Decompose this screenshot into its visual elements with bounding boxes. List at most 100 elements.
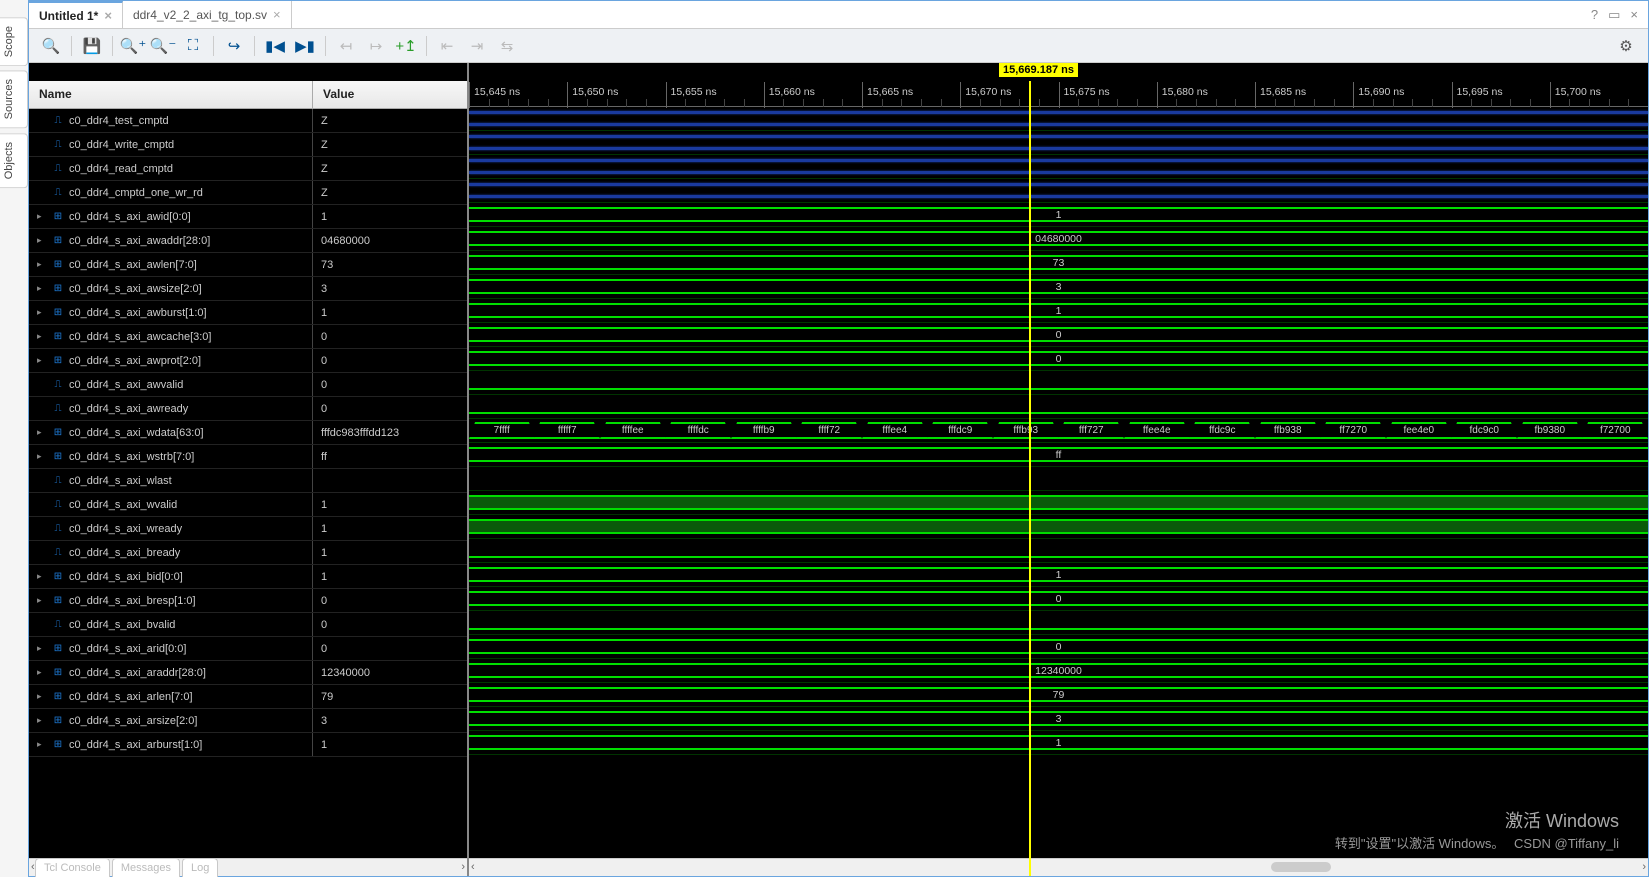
restore-icon[interactable]: ▭: [1608, 7, 1620, 23]
signal-row[interactable]: ⎍c0_ddr4_cmptd_one_wr_rdZ: [29, 181, 467, 205]
bottom-tab-tcl[interactable]: Tcl Console: [35, 858, 110, 877]
signal-row[interactable]: ⎍c0_ddr4_s_axi_wlast: [29, 469, 467, 493]
marker-area[interactable]: 15,669.187 ns: [469, 63, 1648, 81]
gear-icon[interactable]: ⚙: [1612, 33, 1640, 59]
signal-row[interactable]: ▸⊞c0_ddr4_s_axi_arlen[7:0]79: [29, 685, 467, 709]
waveform-pane[interactable]: 15,669.187 ns 15,645 ns15,650 ns15,655 n…: [469, 63, 1648, 876]
search-icon[interactable]: 🔍: [37, 33, 65, 59]
wave-row[interactable]: 1: [469, 563, 1648, 587]
expand-icon[interactable]: ▸: [37, 259, 47, 270]
side-tab-sources[interactable]: Sources: [0, 70, 28, 128]
wave-row[interactable]: 1: [469, 203, 1648, 227]
wave-row[interactable]: [469, 371, 1648, 395]
signal-row[interactable]: ▸⊞c0_ddr4_s_axi_arburst[1:0]1: [29, 733, 467, 757]
swap-icon[interactable]: ⇆: [493, 33, 521, 59]
wave-row[interactable]: [469, 395, 1648, 419]
time-marker[interactable]: 15,669.187 ns: [999, 63, 1078, 77]
prev-tr-icon[interactable]: ⇤: [433, 33, 461, 59]
wave-row[interactable]: 1: [469, 299, 1648, 323]
time-cursor[interactable]: [1029, 81, 1031, 876]
side-tab-objects[interactable]: Objects: [0, 133, 28, 188]
expand-icon[interactable]: ▸: [37, 571, 47, 582]
wave-row[interactable]: [469, 107, 1648, 131]
signal-row[interactable]: ▸⊞c0_ddr4_s_axi_awid[0:0]1: [29, 205, 467, 229]
wave-row[interactable]: [469, 611, 1648, 635]
next-edge-icon[interactable]: ↦: [362, 33, 390, 59]
tab-file[interactable]: ddr4_v2_2_axi_tg_top.sv ×: [123, 1, 292, 28]
signal-row[interactable]: ▸⊞c0_ddr4_s_axi_arsize[2:0]3: [29, 709, 467, 733]
col-value-header[interactable]: Value: [313, 81, 467, 108]
expand-icon[interactable]: ▸: [37, 595, 47, 606]
expand-icon[interactable]: ▸: [37, 739, 47, 750]
signal-row[interactable]: ⎍c0_ddr4_test_cmptdZ: [29, 109, 467, 133]
zoom-in-icon[interactable]: 🔍⁺: [119, 33, 147, 59]
signal-row[interactable]: ▸⊞c0_ddr4_s_axi_bid[0:0]1: [29, 565, 467, 589]
signal-row[interactable]: ▸⊞c0_ddr4_s_axi_awburst[1:0]1: [29, 301, 467, 325]
wave-row[interactable]: [469, 467, 1648, 491]
expand-icon[interactable]: ▸: [37, 211, 47, 222]
bottom-tab-messages[interactable]: Messages: [112, 858, 180, 877]
wave-row[interactable]: 3: [469, 707, 1648, 731]
signal-row[interactable]: ▸⊞c0_ddr4_s_axi_wstrb[7:0]ff: [29, 445, 467, 469]
signal-row[interactable]: ⎍c0_ddr4_s_axi_awvalid0: [29, 373, 467, 397]
goto-icon[interactable]: ↪: [220, 33, 248, 59]
signal-row[interactable]: ▸⊞c0_ddr4_s_axi_awsize[2:0]3: [29, 277, 467, 301]
time-ruler[interactable]: 15,645 ns15,650 ns15,655 ns15,660 ns15,6…: [469, 81, 1648, 107]
expand-icon[interactable]: ▸: [37, 715, 47, 726]
signal-row[interactable]: ▸⊞c0_ddr4_s_axi_awcache[3:0]0: [29, 325, 467, 349]
wave-row[interactable]: 0: [469, 323, 1648, 347]
wave-row[interactable]: 12340000: [469, 659, 1648, 683]
save-icon[interactable]: 💾: [78, 33, 106, 59]
expand-icon[interactable]: ▸: [37, 331, 47, 342]
wave-row[interactable]: 0: [469, 635, 1648, 659]
wave-h-scrollbar[interactable]: ‹ ›: [469, 858, 1648, 876]
tab-untitled[interactable]: Untitled 1* ×: [29, 1, 123, 28]
help-icon[interactable]: ?: [1591, 7, 1598, 22]
waves-area[interactable]: 1046800007331007fffffffff7ffffeeffffdcff…: [469, 107, 1648, 876]
signal-row[interactable]: ▸⊞c0_ddr4_s_axi_awaddr[28:0]04680000: [29, 229, 467, 253]
wave-row[interactable]: ff: [469, 443, 1648, 467]
signal-row[interactable]: ⎍c0_ddr4_write_cmptdZ: [29, 133, 467, 157]
wave-row[interactable]: 73: [469, 251, 1648, 275]
wave-row[interactable]: 79: [469, 683, 1648, 707]
zoom-fit-icon[interactable]: ⛶: [179, 33, 207, 59]
expand-icon[interactable]: ▸: [37, 235, 47, 246]
signal-row[interactable]: ▸⊞c0_ddr4_s_axi_bresp[1:0]0: [29, 589, 467, 613]
signal-row[interactable]: ⎍c0_ddr4_s_axi_wready1: [29, 517, 467, 541]
first-icon[interactable]: ▮◀: [261, 33, 289, 59]
wave-row[interactable]: 0: [469, 587, 1648, 611]
close-icon[interactable]: ×: [104, 8, 112, 23]
bottom-tab-log[interactable]: Log: [182, 858, 218, 877]
signal-row[interactable]: ⎍c0_ddr4_s_axi_wvalid1: [29, 493, 467, 517]
last-icon[interactable]: ▶▮: [291, 33, 319, 59]
zoom-out-icon[interactable]: 🔍⁻: [149, 33, 177, 59]
wave-row[interactable]: 7fffffffff7ffffeeffffdcffffb9ffff72fffee…: [469, 419, 1648, 443]
signal-row[interactable]: ▸⊞c0_ddr4_s_axi_arid[0:0]0: [29, 637, 467, 661]
expand-icon[interactable]: ▸: [37, 691, 47, 702]
side-tab-scope[interactable]: Scope: [0, 17, 28, 66]
close-icon[interactable]: ×: [273, 7, 281, 22]
wave-row[interactable]: [469, 539, 1648, 563]
expand-icon[interactable]: ▸: [37, 643, 47, 654]
signal-row[interactable]: ▸⊞c0_ddr4_s_axi_awlen[7:0]73: [29, 253, 467, 277]
wave-row[interactable]: 3: [469, 275, 1648, 299]
wave-row[interactable]: 04680000: [469, 227, 1648, 251]
signal-row[interactable]: ▸⊞c0_ddr4_s_axi_araddr[28:0]12340000: [29, 661, 467, 685]
wave-row[interactable]: 0: [469, 347, 1648, 371]
wave-row[interactable]: 1: [469, 731, 1648, 755]
expand-icon[interactable]: ▸: [37, 355, 47, 366]
expand-icon[interactable]: ▸: [37, 427, 47, 438]
wave-row[interactable]: [469, 491, 1648, 515]
signal-row[interactable]: ⎍c0_ddr4_s_axi_bready1: [29, 541, 467, 565]
close-panel-icon[interactable]: ×: [1630, 7, 1638, 22]
signal-row[interactable]: ⎍c0_ddr4_s_axi_awready0: [29, 397, 467, 421]
signal-row[interactable]: ▸⊞c0_ddr4_s_axi_wdata[63:0]fffdc983fffdd…: [29, 421, 467, 445]
wave-row[interactable]: [469, 131, 1648, 155]
signal-row[interactable]: ⎍c0_ddr4_s_axi_bvalid0: [29, 613, 467, 637]
signal-row[interactable]: ▸⊞c0_ddr4_s_axi_awprot[2:0]0: [29, 349, 467, 373]
wave-row[interactable]: [469, 179, 1648, 203]
col-name-header[interactable]: Name: [29, 81, 313, 108]
wave-row[interactable]: [469, 155, 1648, 179]
expand-icon[interactable]: ▸: [37, 667, 47, 678]
add-marker-icon[interactable]: +↥: [392, 33, 420, 59]
